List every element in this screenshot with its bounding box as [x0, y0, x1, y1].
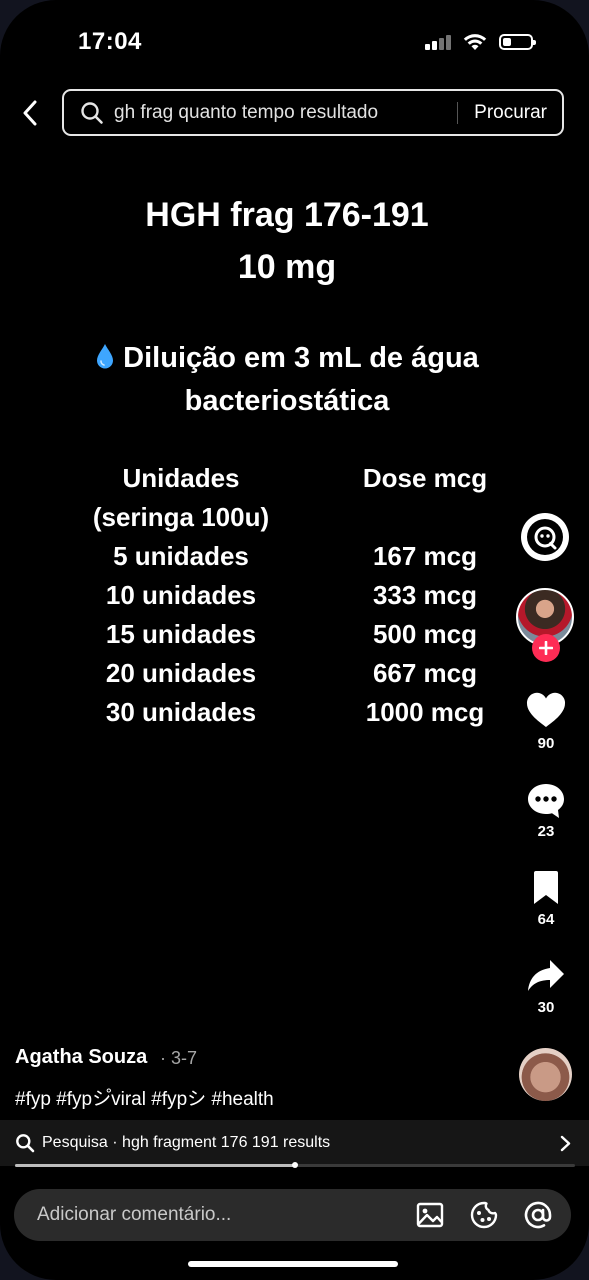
- units-cell: 20 unidades: [105, 658, 257, 688]
- mention-at-icon[interactable]: [523, 1200, 553, 1230]
- battery-icon: [499, 34, 536, 50]
- post-date: · 3-7: [160, 1048, 198, 1068]
- status-time: 17:04: [78, 28, 142, 55]
- status-icons: [425, 33, 536, 51]
- units-cell: 30 unidades: [105, 697, 257, 727]
- home-indicator[interactable]: [188, 1261, 398, 1267]
- dose-cell: 667 mcg: [372, 658, 478, 688]
- comment-bar[interactable]: Adicionar comentário...: [14, 1189, 571, 1241]
- search-divider: [457, 101, 459, 124]
- video-subtitle: Diluição em 3 mL de água bacteriostática: [0, 337, 574, 423]
- water-drop-icon: [97, 344, 114, 369]
- dose-cell: 167 mcg: [372, 541, 478, 571]
- share-arrow-icon: [528, 960, 564, 991]
- battery-level: [503, 38, 511, 46]
- heart-icon: [526, 692, 566, 727]
- dose-header: Dose mcg: [362, 463, 488, 493]
- share-count: 30: [537, 999, 555, 1016]
- units-column: Unidades (seringa 100u) 5 unidades 10 un…: [70, 459, 292, 732]
- search-bar[interactable]: gh frag quanto tempo resultado Procurar: [62, 89, 564, 136]
- related-search-text[interactable]: Pesquisa · hgh fragment 176 191 results: [42, 1134, 560, 1152]
- dose-cell: 333 mcg: [372, 580, 478, 610]
- progress-fill: [15, 1164, 295, 1167]
- share-button[interactable]: [523, 958, 569, 994]
- bookmark-button[interactable]: [523, 870, 569, 906]
- video-title-line-2: 10 mg: [237, 248, 337, 286]
- comment-bubble-icon: [528, 784, 564, 818]
- cellular-signal-icon: [425, 34, 451, 50]
- subtitle-line-1: Diluição em 3 mL de água: [123, 342, 479, 374]
- units-cell: 5 unidades: [113, 541, 249, 571]
- units-header-sub: (seringa 100u): [92, 502, 270, 532]
- dose-header-spacer: [330, 498, 520, 537]
- search-lens-icon: [534, 526, 557, 550]
- search-submit-button[interactable]: Procurar: [474, 102, 547, 124]
- chevron-right-icon: [560, 1135, 571, 1152]
- subtitle-line-2: bacteriostática: [184, 385, 390, 417]
- comment-count: 23: [537, 823, 555, 840]
- units-cell: 15 unidades: [105, 619, 257, 649]
- bookmark-count: 64: [537, 911, 555, 928]
- back-button[interactable]: [16, 98, 44, 128]
- video-progress-bar[interactable]: [15, 1162, 575, 1168]
- tiktok-video-screen: 17:04 gh frag quanto tempo resultado Pro…: [0, 0, 589, 1280]
- chevron-left-icon: [23, 100, 37, 126]
- sound-avatar[interactable]: [519, 1048, 572, 1101]
- video-title-line-1: HGH frag 176-191: [145, 196, 429, 234]
- search-icon: [80, 101, 104, 125]
- like-count: 90: [537, 735, 555, 752]
- comment-input[interactable]: Adicionar comentário...: [37, 1204, 415, 1226]
- search-input[interactable]: gh frag quanto tempo resultado: [114, 102, 457, 124]
- like-button[interactable]: [523, 691, 569, 729]
- dose-cell: 500 mcg: [372, 619, 478, 649]
- units-cell: 10 unidades: [105, 580, 257, 610]
- visual-search-button[interactable]: [521, 513, 569, 561]
- follow-plus-button[interactable]: [532, 634, 560, 662]
- units-header: Unidades: [122, 463, 240, 493]
- hashtags[interactable]: #fyp #fypシ゚viral #fypシ #health: [15, 1084, 274, 1111]
- bookmark-icon: [534, 871, 558, 904]
- wifi-icon: [463, 34, 487, 50]
- dose-cell: 1000 mcg: [365, 697, 485, 727]
- related-search-bar[interactable]: Pesquisa · hgh fragment 176 191 results: [0, 1120, 589, 1166]
- author-name[interactable]: Agatha Souza: [15, 1046, 147, 1069]
- comment-button[interactable]: [523, 782, 569, 820]
- plus-icon: [539, 641, 553, 655]
- progress-scrubber[interactable]: [292, 1162, 298, 1168]
- image-icon[interactable]: [415, 1200, 445, 1230]
- search-icon: [15, 1133, 35, 1153]
- sticker-icon[interactable]: [469, 1200, 499, 1230]
- dose-column: Dose mcg 167 mcg 333 mcg 500 mcg 667 mcg…: [330, 459, 520, 732]
